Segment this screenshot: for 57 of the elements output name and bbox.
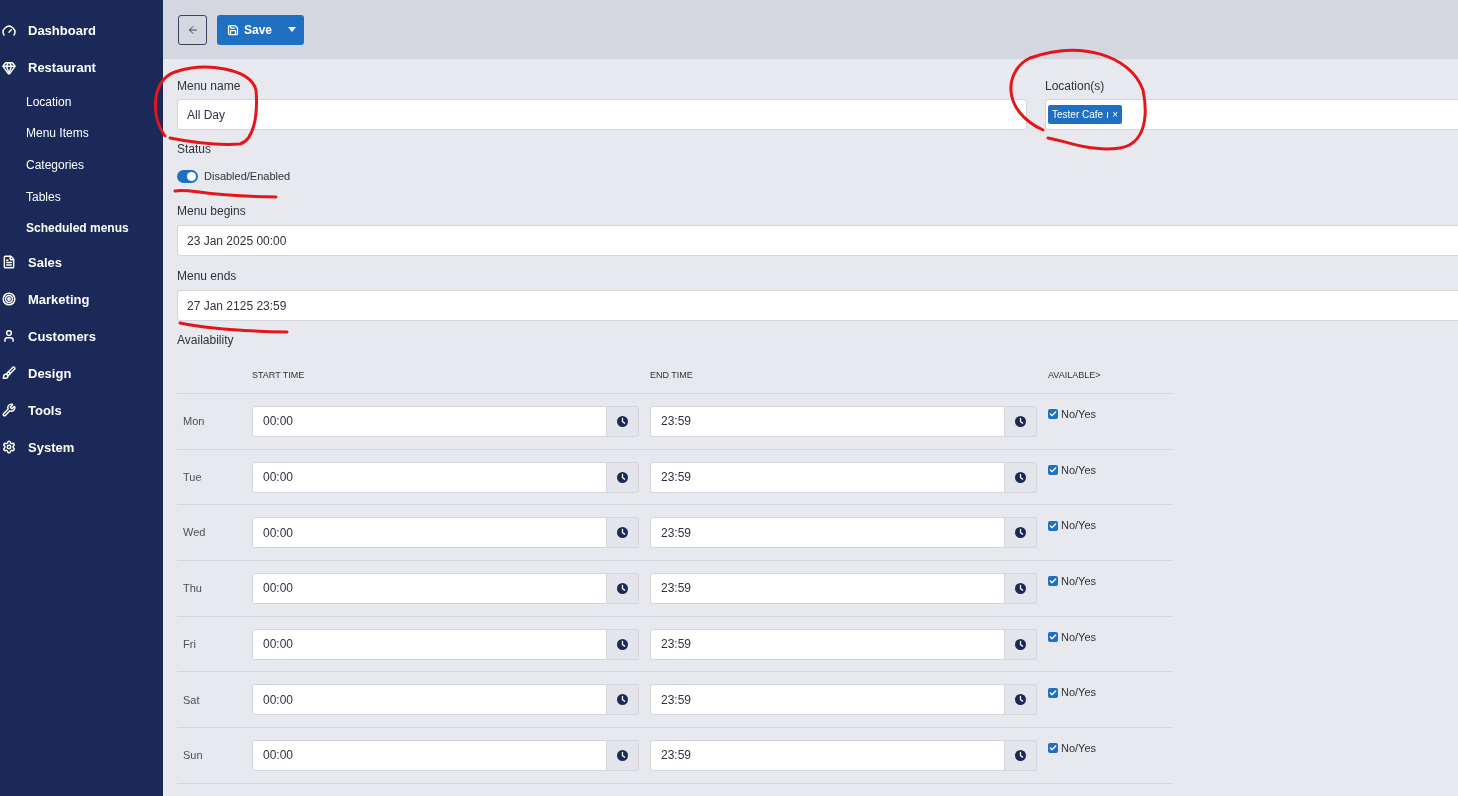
menu-ends-field[interactable]: 27 Jan 2125 23:59 (177, 290, 1458, 321)
time-field[interactable]: 23:59 (650, 405, 1005, 437)
menu-name-field[interactable]: All Day (177, 99, 1027, 130)
field-label: Status (177, 141, 213, 158)
time-field[interactable]: 23:59 (650, 517, 1005, 549)
day-label: Fri (182, 636, 197, 652)
time-field[interactable]: 00:00 (252, 461, 607, 493)
sidebar-subitem[interactable]: Tables (0, 180, 163, 213)
field-label: Menu begins (177, 203, 247, 220)
day-label: Tue (182, 469, 203, 485)
time-field[interactable]: 23:59 (650, 684, 1005, 716)
time-field[interactable]: 00:00 (252, 405, 607, 437)
sidebar-item[interactable]: Design (0, 354, 163, 392)
day-label: Wed (182, 525, 207, 541)
column-header: END TIME (650, 369, 694, 383)
day-label: Thu (182, 581, 203, 597)
checkbox-label: No/Yes (1061, 518, 1097, 534)
column-header: START TIME (252, 369, 306, 383)
time-field[interactable]: 23:59 (650, 461, 1005, 493)
sidebar-item[interactable]: Sales (0, 243, 163, 281)
locations-field[interactable]: Tester Cafe × (1045, 99, 1458, 130)
time-field[interactable]: 23:59 (650, 572, 1005, 604)
column-header: AVAILABLE> (1048, 369, 1101, 383)
time-field[interactable]: 23:59 (650, 628, 1005, 660)
checkbox-label: No/Yes (1061, 462, 1097, 478)
time-field[interactable]: 00:00 (252, 628, 607, 660)
time-field[interactable]: 00:00 (252, 739, 607, 771)
sidebar-item[interactable]: Restaurant (0, 49, 163, 86)
field-label: Menu ends (177, 268, 238, 285)
toggle-label: Disabled/Enabled (204, 168, 291, 184)
sidebar-subitem[interactable]: Location (0, 86, 163, 118)
sidebar-item[interactable]: System (0, 428, 163, 466)
menu-begins-field[interactable]: 23 Jan 2025 00:00 (177, 225, 1458, 256)
field-label: Menu name (177, 78, 242, 95)
sidebar-item[interactable]: Dashboard (0, 12, 163, 49)
day-label: Mon (182, 414, 206, 430)
sidebar-item[interactable]: Tools (0, 391, 163, 429)
field-label: Location(s) (1045, 78, 1106, 95)
time-field[interactable]: 00:00 (252, 572, 607, 604)
checkbox-label: No/Yes (1061, 741, 1097, 757)
sidebar-subitem[interactable]: Scheduled menus (0, 212, 163, 244)
time-field[interactable]: 00:00 (252, 684, 607, 716)
day-label: Sun (182, 748, 204, 764)
checkbox-label: No/Yes (1061, 407, 1097, 422)
time-field[interactable]: 23:59 (650, 739, 1005, 771)
sidebar-item[interactable]: Customers (0, 317, 163, 355)
tag-remove-button[interactable]: × (1112, 107, 1118, 122)
checkbox-label: No/Yes (1061, 685, 1097, 701)
field-label: Availability (177, 332, 235, 349)
checkbox-label: No/Yes (1061, 574, 1097, 590)
tag-text: Tester Cafe (1052, 108, 1104, 122)
time-field[interactable]: 00:00 (252, 517, 607, 549)
day-label: Sat (182, 692, 201, 708)
checkbox-label: No/Yes (1061, 629, 1097, 645)
sidebar-item[interactable]: Marketing (0, 280, 163, 318)
sidebar-subitem[interactable]: Menu Items (0, 117, 163, 150)
sidebar-subitem[interactable]: Categories (0, 149, 163, 181)
